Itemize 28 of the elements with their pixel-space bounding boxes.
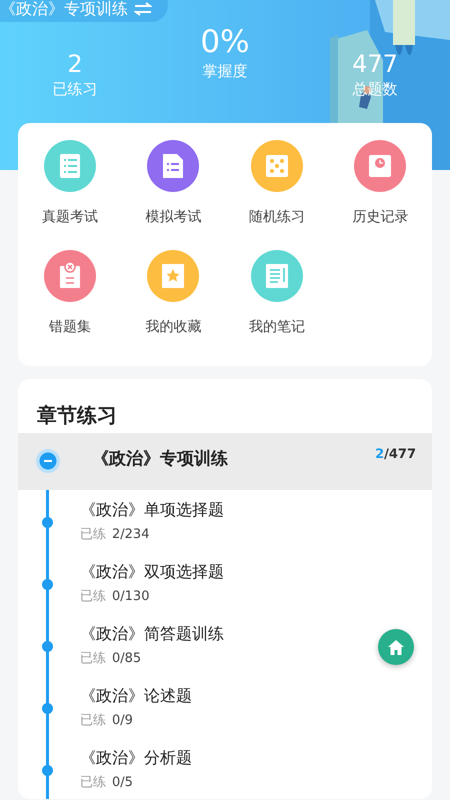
progress-count: 2/477: [375, 447, 416, 462]
timeline-dot: [42, 579, 53, 590]
tool-button[interactable]: 随机练习: [225, 140, 328, 226]
chapter-row[interactable]: 《政治》专项训练 2/477: [18, 433, 432, 490]
section-item[interactable]: 《政治》单项选择题 已练 2/234: [18, 490, 432, 552]
tool-button[interactable]: 真题考试: [18, 140, 122, 226]
section-title: 章节练习: [36, 402, 118, 429]
stat-label: 已练习: [52, 79, 98, 100]
subject-title: 《政治》专项训练: [0, 0, 128, 20]
section-item[interactable]: 《政治》论述题 已练 0/9: [18, 676, 432, 738]
tool-button[interactable]: 模拟考试: [122, 140, 225, 226]
section-item[interactable]: 《政治》双项选择题 已练 0/130: [18, 552, 432, 614]
tool-button[interactable]: 我的笔记: [225, 250, 328, 336]
stat-value: 2: [67, 50, 83, 78]
tool-button[interactable]: 错题集: [18, 250, 122, 336]
timeline-dot: [42, 517, 53, 528]
swap-icon: [134, 2, 152, 16]
home-icon: [387, 638, 405, 656]
timeline-dot: [42, 703, 53, 714]
section-item[interactable]: 《政治》分析题 已练 0/5: [18, 738, 432, 799]
tool-button[interactable]: 我的收藏: [122, 250, 225, 336]
timeline-dot: [42, 641, 53, 652]
collapse-icon[interactable]: [36, 449, 60, 473]
tool-button[interactable]: 历史记录: [328, 140, 432, 226]
chapter-title: 《政治》专项训练: [92, 448, 229, 470]
stat-value: 0%: [200, 24, 250, 60]
timeline-dot: [42, 765, 53, 776]
stat-label: 掌握度: [202, 61, 248, 82]
